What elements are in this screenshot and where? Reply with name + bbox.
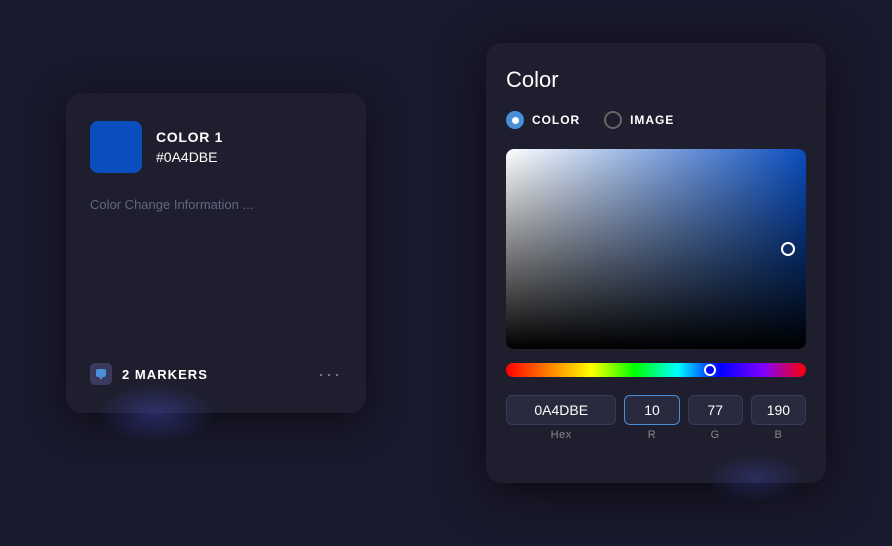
r-label: R (648, 429, 657, 441)
hex-label: Hex (551, 429, 572, 441)
color-info: COLOR 1 #0A4DBE (156, 129, 223, 165)
dots-menu-button[interactable]: ··· (318, 364, 342, 385)
r-input-group: R (624, 395, 679, 441)
gradient-picker[interactable] (506, 149, 806, 349)
channel-inputs-row: Hex R G B (506, 395, 806, 441)
color-picker-panel: Color COLOR IMAGE Hex (486, 43, 826, 483)
hex-input[interactable] (506, 395, 616, 425)
b-label: B (774, 429, 782, 441)
hue-slider[interactable] (506, 363, 806, 377)
g-input-group: G (688, 395, 743, 441)
color-swatch[interactable] (90, 121, 142, 173)
r-input[interactable] (624, 395, 679, 425)
g-label: G (711, 429, 720, 441)
color-hex-value: #0A4DBE (156, 149, 223, 165)
radio-color-inner (512, 117, 519, 124)
markers-text: 2 MARKERS (122, 367, 208, 382)
hex-input-group: Hex (506, 395, 616, 441)
b-input-group: B (751, 395, 806, 441)
color-title: COLOR 1 (156, 129, 223, 145)
color-header: COLOR 1 #0A4DBE (90, 121, 342, 173)
mode-color-label: COLOR (532, 113, 580, 127)
g-input[interactable] (688, 395, 743, 425)
mode-image-label: IMAGE (630, 113, 674, 127)
mode-image-option[interactable]: IMAGE (604, 111, 674, 129)
mode-row: COLOR IMAGE (506, 111, 806, 129)
radio-image[interactable] (604, 111, 622, 129)
color-change-info: Color Change Information ... (90, 197, 342, 212)
markers-row: 2 MARKERS ··· (90, 347, 342, 385)
radio-color[interactable] (506, 111, 524, 129)
panel-title: Color (506, 67, 806, 93)
b-input[interactable] (751, 395, 806, 425)
hue-thumb (704, 364, 716, 376)
marker-icon (90, 363, 112, 385)
color-card: COLOR 1 #0A4DBE Color Change Information… (66, 93, 366, 413)
gradient-cursor (781, 242, 795, 256)
mode-color-option[interactable]: COLOR (506, 111, 580, 129)
